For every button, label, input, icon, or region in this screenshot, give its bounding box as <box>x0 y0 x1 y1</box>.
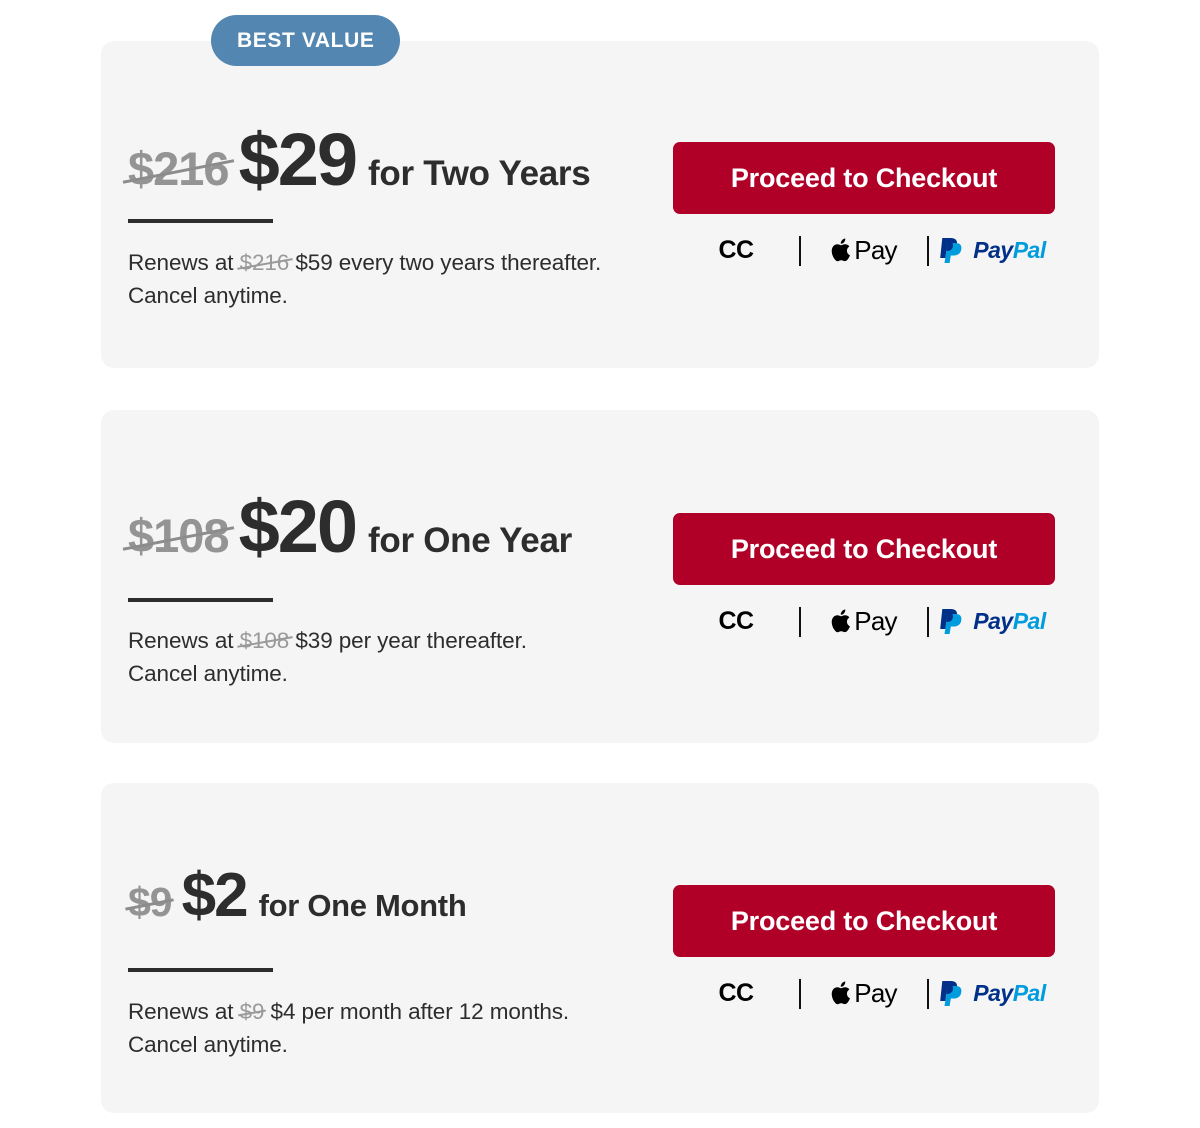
divider-rule <box>128 219 273 223</box>
proceed-to-checkout-button[interactable]: Proceed to Checkout <box>673 885 1055 957</box>
current-price: $29 <box>238 118 358 201</box>
payment-methods: CC Pay PayPal <box>673 235 1055 266</box>
price-row: $108 $20 for One Year <box>128 484 572 569</box>
payment-method-paypal[interactable]: PayPal <box>929 607 1055 637</box>
price-row: $216 $29 for Two Years <box>128 117 591 202</box>
pricing-page: $216 $29 for Two Years Renews at $216 $5… <box>0 0 1200 1128</box>
cancel-policy: Cancel anytime. <box>128 283 288 308</box>
renewal-detail: $59 every two years thereafter. <box>295 250 602 275</box>
renewal-terms: Renews at $216 $59 every two years there… <box>128 246 601 279</box>
apple-pay-label: Pay <box>854 235 897 265</box>
original-price: $216 <box>128 142 230 195</box>
apple-pay-label: Pay <box>854 978 897 1008</box>
pricing-card-two-years: $216 $29 for Two Years Renews at $216 $5… <box>101 41 1099 368</box>
renewal-prefix: Renews at <box>128 628 234 653</box>
current-price: $2 <box>181 861 249 930</box>
payment-method-paypal[interactable]: PayPal <box>929 236 1055 266</box>
price-row: $9 $2 for One Month <box>128 860 467 931</box>
renewal-terms: Renews at $9 $4 per month after 12 month… <box>128 995 569 1028</box>
payment-method-apple-pay[interactable]: Pay <box>801 606 927 637</box>
paypal-label-pal: Pal <box>1012 237 1047 263</box>
proceed-to-checkout-button[interactable]: Proceed to Checkout <box>673 513 1055 585</box>
credit-card-icon: CC <box>718 979 754 1007</box>
renewal-original-price: $216 <box>240 246 290 279</box>
original-price: $108 <box>128 509 230 562</box>
best-value-badge-label: BEST VALUE <box>237 28 375 52</box>
apple-pay-label: Pay <box>854 606 897 636</box>
payment-method-credit-card[interactable]: CC <box>673 979 799 1008</box>
renewal-detail: $4 per month after 12 months. <box>270 999 570 1024</box>
apple-logo-icon <box>832 981 851 1005</box>
current-price: $20 <box>238 485 358 568</box>
renewal-prefix: Renews at <box>128 999 234 1024</box>
credit-card-icon: CC <box>718 607 754 635</box>
billing-term: for One Year <box>368 521 572 560</box>
payment-method-paypal[interactable]: PayPal <box>929 979 1055 1009</box>
proceed-to-checkout-button[interactable]: Proceed to Checkout <box>673 142 1055 214</box>
renewal-terms: Renews at $108 $39 per year thereafter. <box>128 624 527 657</box>
payment-methods: CC Pay PayPal <box>673 978 1055 1009</box>
billing-term: for Two Years <box>368 154 591 193</box>
payment-methods: CC Pay PayPal <box>673 606 1055 637</box>
cancel-policy: Cancel anytime. <box>128 661 288 686</box>
divider-rule <box>128 598 273 602</box>
paypal-logo-icon <box>940 980 962 1006</box>
original-price: $9 <box>128 879 173 925</box>
apple-logo-icon <box>832 238 851 262</box>
renewal-prefix: Renews at <box>128 250 234 275</box>
paypal-label-pay: Pay <box>973 980 1013 1006</box>
payment-method-apple-pay[interactable]: Pay <box>801 978 927 1009</box>
credit-card-icon: CC <box>718 236 754 264</box>
payment-method-credit-card[interactable]: CC <box>673 607 799 636</box>
divider-rule <box>128 968 273 972</box>
pricing-card-one-month: $9 $2 for One Month Renews at $9 $4 per … <box>101 783 1099 1113</box>
best-value-badge: BEST VALUE <box>211 15 401 66</box>
paypal-logo-icon <box>940 608 962 634</box>
cancel-policy: Cancel anytime. <box>128 1032 288 1057</box>
payment-method-credit-card[interactable]: CC <box>673 236 799 265</box>
paypal-label-pay: Pay <box>973 608 1013 634</box>
paypal-label-pal: Pal <box>1012 608 1047 634</box>
apple-logo-icon <box>832 609 851 633</box>
paypal-label-pay: Pay <box>973 237 1013 263</box>
paypal-label-pal: Pal <box>1012 980 1047 1006</box>
renewal-original-price: $108 <box>240 624 290 657</box>
billing-term: for One Month <box>258 888 467 923</box>
pricing-card-one-year: $108 $20 for One Year Renews at $108 $39… <box>101 410 1099 743</box>
paypal-logo-icon <box>940 237 962 263</box>
payment-method-apple-pay[interactable]: Pay <box>801 235 927 266</box>
renewal-original-price: $9 <box>240 995 265 1028</box>
renewal-detail: $39 per year thereafter. <box>295 628 527 653</box>
